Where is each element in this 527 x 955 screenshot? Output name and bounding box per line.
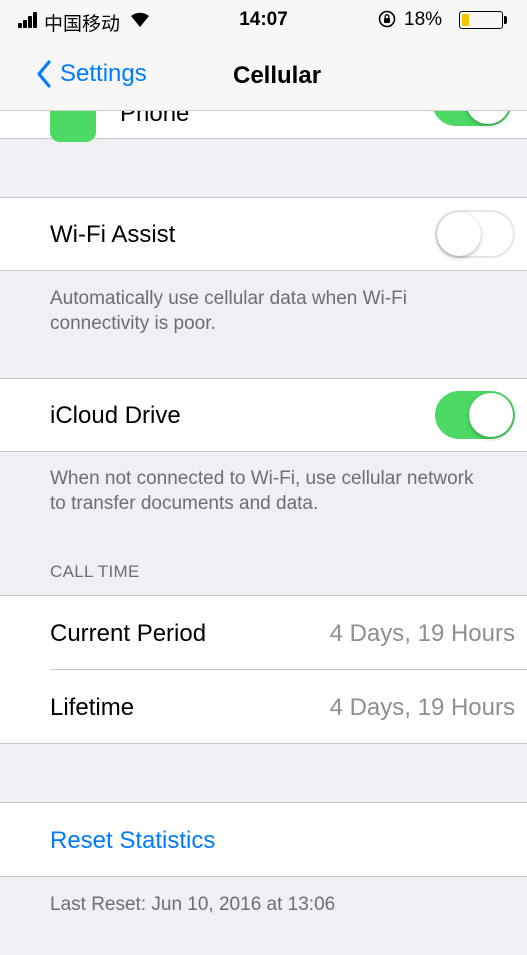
reset-statistics-row[interactable]: Reset Statistics bbox=[0, 802, 527, 877]
battery-tip bbox=[504, 16, 507, 24]
rotation-lock-icon bbox=[378, 10, 396, 28]
lifetime-label: Lifetime bbox=[50, 694, 135, 721]
wifi-assist-toggle[interactable] bbox=[435, 210, 515, 258]
wifi-assist-row[interactable]: Wi-Fi Assist bbox=[0, 197, 527, 271]
lifetime-value: 4 Days, 19 Hours bbox=[329, 694, 515, 721]
top-bar: 中国移动 14:07 18% Settings Cellular bbox=[0, 0, 527, 111]
wifi-assist-label: Wi-Fi Assist bbox=[50, 221, 176, 248]
reset-statistics-button[interactable]: Reset Statistics bbox=[50, 827, 215, 855]
battery-icon bbox=[459, 11, 503, 29]
back-button[interactable]: Settings bbox=[36, 54, 147, 94]
current-period-row: Current Period 4 Days, 19 Hours bbox=[0, 596, 527, 669]
chevron-left-icon bbox=[37, 60, 51, 88]
toggle-knob bbox=[437, 212, 481, 256]
battery-level-fill bbox=[462, 14, 469, 26]
last-reset-text: Last Reset: Jun 10, 2016 at 13:06 bbox=[50, 894, 336, 915]
call-time-header: CALL TIME bbox=[50, 562, 140, 581]
status-bar: 中国移动 14:07 18% bbox=[0, 0, 527, 40]
navigation-bar: Settings Cellular bbox=[0, 40, 527, 110]
status-time: 14:07 bbox=[239, 9, 288, 30]
battery-percent: 18% bbox=[404, 9, 443, 30]
icloud-drive-toggle[interactable] bbox=[435, 391, 515, 439]
current-period-label: Current Period bbox=[50, 620, 207, 647]
icloud-drive-footer: When not connected to Wi-Fi, use cellula… bbox=[50, 468, 474, 514]
wifi-assist-footer: Automatically use cellular data when Wi-… bbox=[50, 288, 407, 334]
icloud-drive-label: iCloud Drive bbox=[50, 402, 181, 429]
current-period-value: 4 Days, 19 Hours bbox=[329, 620, 515, 647]
icloud-drive-row[interactable]: iCloud Drive bbox=[0, 378, 527, 452]
call-time-group: Current Period 4 Days, 19 Hours Lifetime… bbox=[0, 595, 527, 744]
toggle-knob bbox=[469, 393, 513, 437]
lifetime-row: Lifetime 4 Days, 19 Hours bbox=[0, 670, 527, 743]
page-title: Cellular bbox=[233, 62, 322, 89]
back-button-label: Settings bbox=[60, 60, 147, 87]
